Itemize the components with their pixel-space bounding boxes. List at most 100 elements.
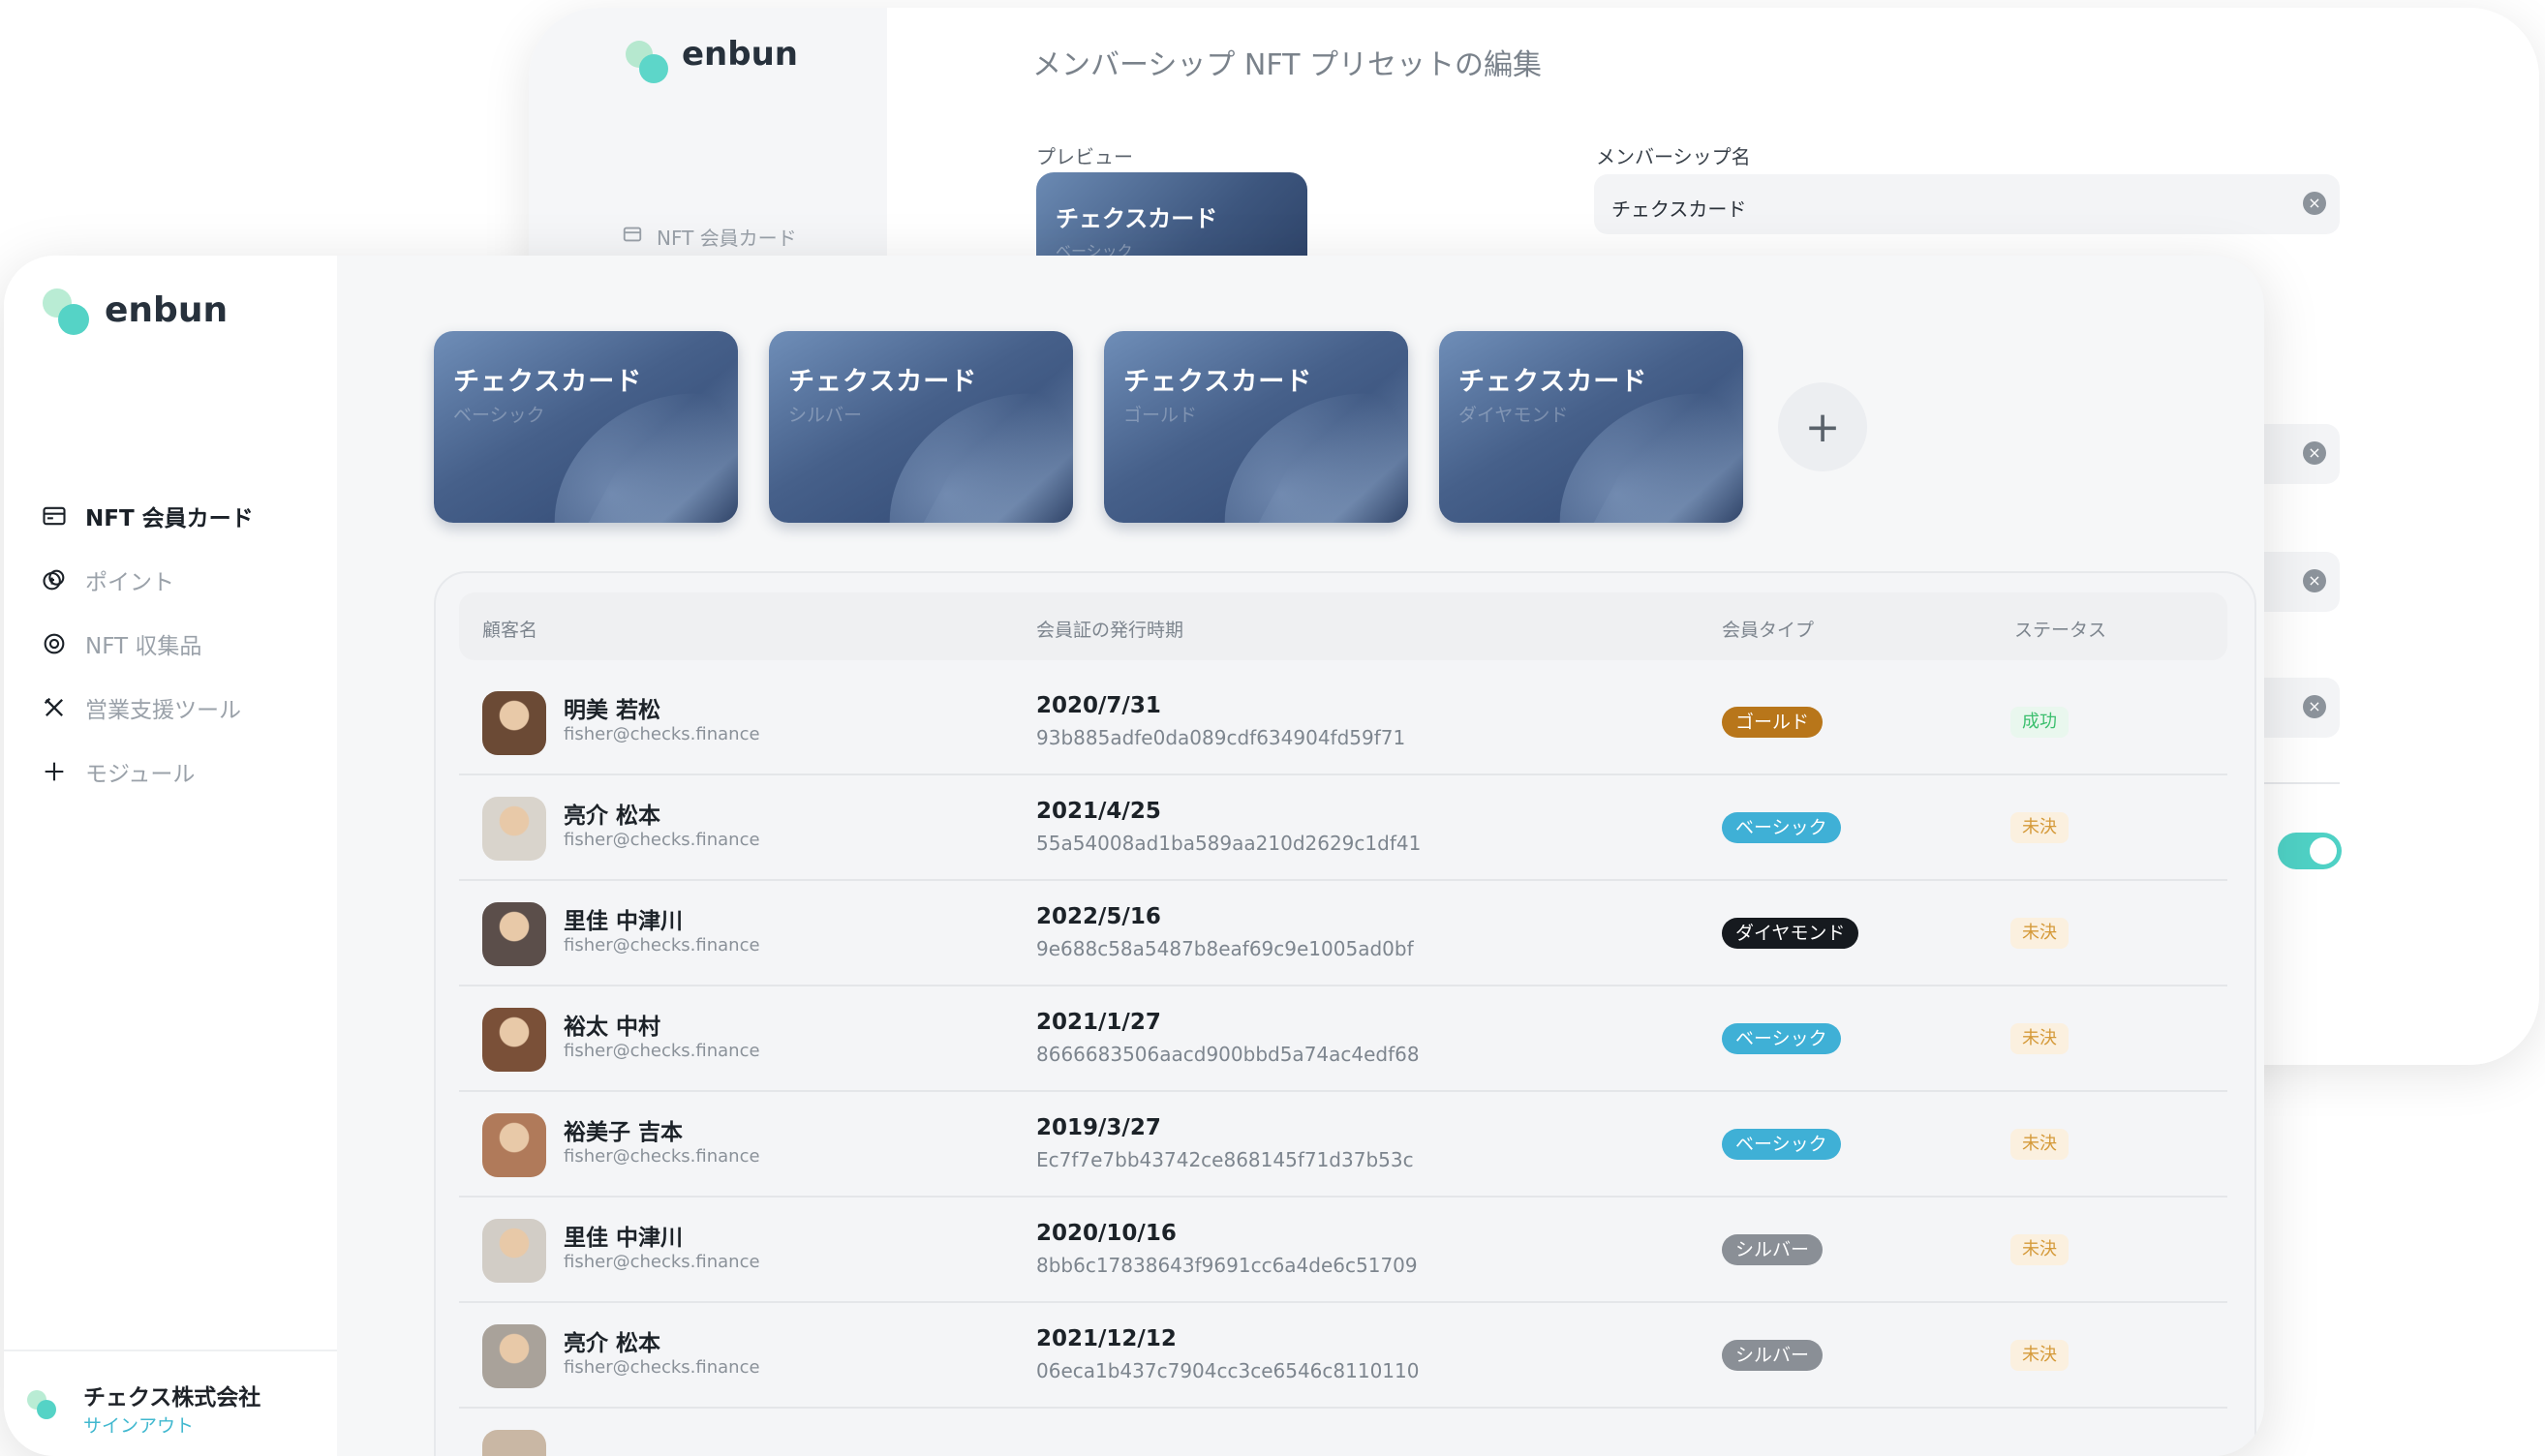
back-page-title: メンバーシップ NFT プリセットの編集	[1032, 48, 1542, 82]
signout-link[interactable]: サインアウト	[83, 1411, 194, 1438]
sidebar-item-label: NFT 会員カード	[85, 506, 254, 531]
member-type-badge: ベーシック	[1722, 1129, 1841, 1160]
customer-email: fisher@checks.finance	[564, 1252, 760, 1272]
member-type-badge: ベーシック	[1722, 812, 1841, 843]
front-window: enbun NFT 会員カード ポイント NFT 収集品 営業支援ツール モジュ…	[4, 256, 2264, 1456]
customer-name: 明美 若松	[564, 698, 661, 723]
sidebar-item-label: 営業支援ツール	[85, 698, 241, 723]
add-card-button[interactable]: +	[1778, 382, 1867, 471]
customer-email: fisher@checks.finance	[564, 1357, 760, 1378]
table-row[interactable]: 裕太 中村 fisher@checks.finance 2021/1/27 86666…	[459, 986, 2227, 1092]
avatar	[482, 691, 546, 755]
sidebar-item-sales-tools[interactable]: 営業支援ツール	[41, 676, 254, 740]
issue-date: 2022/5/16	[1036, 904, 1161, 929]
customer-name: 裕美子 吉本	[564, 1120, 684, 1145]
status-badge: 成功	[2010, 707, 2069, 738]
header-status[interactable]: ステータス	[2014, 616, 2106, 642]
issue-date: 2019/3/27	[1036, 1115, 1161, 1140]
status-badge: 未決	[2010, 918, 2069, 949]
sidebar-item-label: モジュール	[85, 762, 196, 787]
table-row[interactable]: 亮介 松本 fisher@checks.finance 2021/12/12 06ec…	[459, 1303, 2227, 1409]
clear-icon[interactable]: ×	[2303, 569, 2326, 592]
member-type-badge: シルバー	[1722, 1340, 1824, 1371]
logo-text: enbun	[105, 290, 229, 330]
avatar	[482, 1219, 546, 1283]
sidebar-item-nft-card[interactable]: NFT 会員カード	[41, 484, 254, 548]
header-type[interactable]: 会員タイプ	[1722, 616, 1814, 642]
card-subtitle: ベーシック	[453, 405, 545, 426]
issue-date: 2020/7/31	[1036, 693, 1161, 718]
status-badge: 未決	[2010, 1234, 2069, 1265]
customer-name: 亮介 松本	[564, 804, 661, 829]
table-row[interactable]: 裕美子 吉本 fisher@checks.finance 2019/3/27 Ec7f…	[459, 1092, 2227, 1198]
table-row[interactable]: 里佳 中津川 fisher@checks.finance 2022/5/16 9e68…	[459, 881, 2227, 986]
header-issued[interactable]: 会員証の発行時期	[1036, 616, 1183, 642]
card-title: チェクスカード	[788, 367, 978, 397]
token-hash: 8bb6c17838643f9691cc6a4de6c51709	[1036, 1254, 1418, 1277]
company-name: チェクス株式会社	[83, 1385, 261, 1410]
sidebar-item-points[interactable]: ポイント	[41, 548, 254, 612]
company-logo-dot	[37, 1400, 56, 1419]
customer-name: 里佳 中津川	[564, 1226, 684, 1251]
back-logo-text: enbun	[682, 35, 799, 74]
preview-label: プレビュー	[1036, 145, 1133, 168]
avatar	[482, 1324, 546, 1388]
card-subtitle: ゴールド	[1123, 405, 1198, 426]
clear-icon[interactable]: ×	[2303, 695, 2326, 718]
settings-toggle[interactable]	[2278, 833, 2342, 869]
toggle-knob	[2310, 837, 2337, 864]
token-hash: Ec7f7e7bb43742ce868145f71d37b53c	[1036, 1148, 1414, 1171]
token-hash: 06eca1b437c7904cc3ce6546c8110110	[1036, 1359, 1420, 1382]
token-hash: 9e688c58a5487b8eaf69c9e1005ad0bf	[1036, 937, 1414, 960]
member-type-badge: ゴールド	[1722, 707, 1824, 738]
card-icon	[622, 224, 643, 250]
card-title: チェクスカード	[1458, 367, 1648, 397]
member-type-badge: シルバー	[1722, 1234, 1824, 1265]
token-hash: 93b885adfe0da089cdf634904fd59f71	[1036, 726, 1406, 749]
coins-icon	[41, 566, 68, 593]
sidebar-item-collectibles[interactable]: NFT 収集品	[41, 612, 254, 676]
table-row-partial[interactable]	[459, 1409, 2227, 1456]
avatar	[482, 902, 546, 966]
issue-date: 2020/10/16	[1036, 1221, 1177, 1246]
back-nav-item[interactable]: NFT 会員カード	[622, 223, 797, 251]
token-hash: 55a54008ad1ba589aa210d2629c1df41	[1036, 832, 1422, 855]
target-icon	[41, 630, 68, 657]
sidebar-item-modules[interactable]: モジュール	[41, 740, 254, 804]
table-row[interactable]: 里佳 中津川 fisher@checks.finance 2020/10/16 8bb…	[459, 1198, 2227, 1303]
card-subtitle: シルバー	[788, 405, 863, 426]
member-type-badge: ダイヤモンド	[1722, 918, 1859, 949]
back-logo: enbun	[626, 35, 799, 83]
membership-cards: チェクスカード ベーシック チェクスカード シルバー チェクスカード ゴールド …	[434, 331, 1867, 523]
avatar	[482, 1113, 546, 1177]
card-subtitle: ダイヤモンド	[1458, 405, 1569, 426]
card-icon	[41, 502, 68, 530]
customer-name: 裕太 中村	[564, 1015, 661, 1040]
membership-card-diamond[interactable]: チェクスカード ダイヤモンド	[1439, 331, 1743, 523]
membership-name-value: チェクスカード	[1611, 197, 1747, 221]
company-footer: チェクス株式会社 サインアウト	[4, 1350, 337, 1456]
membership-name-input[interactable]: チェクスカード ×	[1594, 174, 2340, 234]
membership-card-silver[interactable]: チェクスカード シルバー	[769, 331, 1073, 523]
clear-icon[interactable]: ×	[2303, 441, 2326, 465]
membership-card-gold[interactable]: チェクスカード ゴールド	[1104, 331, 1408, 523]
membership-name-label: メンバーシップ名	[1596, 145, 1751, 168]
membership-card-basic[interactable]: チェクスカード ベーシック	[434, 331, 738, 523]
back-nav-label: NFT 会員カード	[657, 227, 797, 250]
header-customer[interactable]: 顧客名	[482, 616, 537, 642]
plus-icon: +	[1804, 402, 1841, 452]
avatar	[482, 1008, 546, 1072]
sidebar-nav: NFT 会員カード ポイント NFT 収集品 営業支援ツール モジュール	[41, 484, 254, 804]
table-row[interactable]: 明美 若松 fisher@checks.finance 2020/7/31 93b88…	[459, 670, 2227, 775]
logo-mark-dot	[58, 304, 89, 335]
issue-date: 2021/12/12	[1036, 1326, 1177, 1351]
customer-email: fisher@checks.finance	[564, 724, 760, 744]
clear-icon[interactable]: ×	[2303, 192, 2326, 215]
table-row[interactable]: 亮介 松本 fisher@checks.finance 2021/4/25 55a54…	[459, 775, 2227, 881]
preview-card-title: チェクスカード	[1056, 205, 1218, 232]
token-hash: 8666683506aacd900bbd5a74ac4edf68	[1036, 1043, 1420, 1066]
customer-name: 里佳 中津川	[564, 909, 684, 934]
issue-date: 2021/4/25	[1036, 799, 1161, 824]
tools-icon	[41, 694, 68, 721]
table-header: 顧客名 会員証の発行時期 会員タイプ ステータス	[459, 592, 2227, 660]
